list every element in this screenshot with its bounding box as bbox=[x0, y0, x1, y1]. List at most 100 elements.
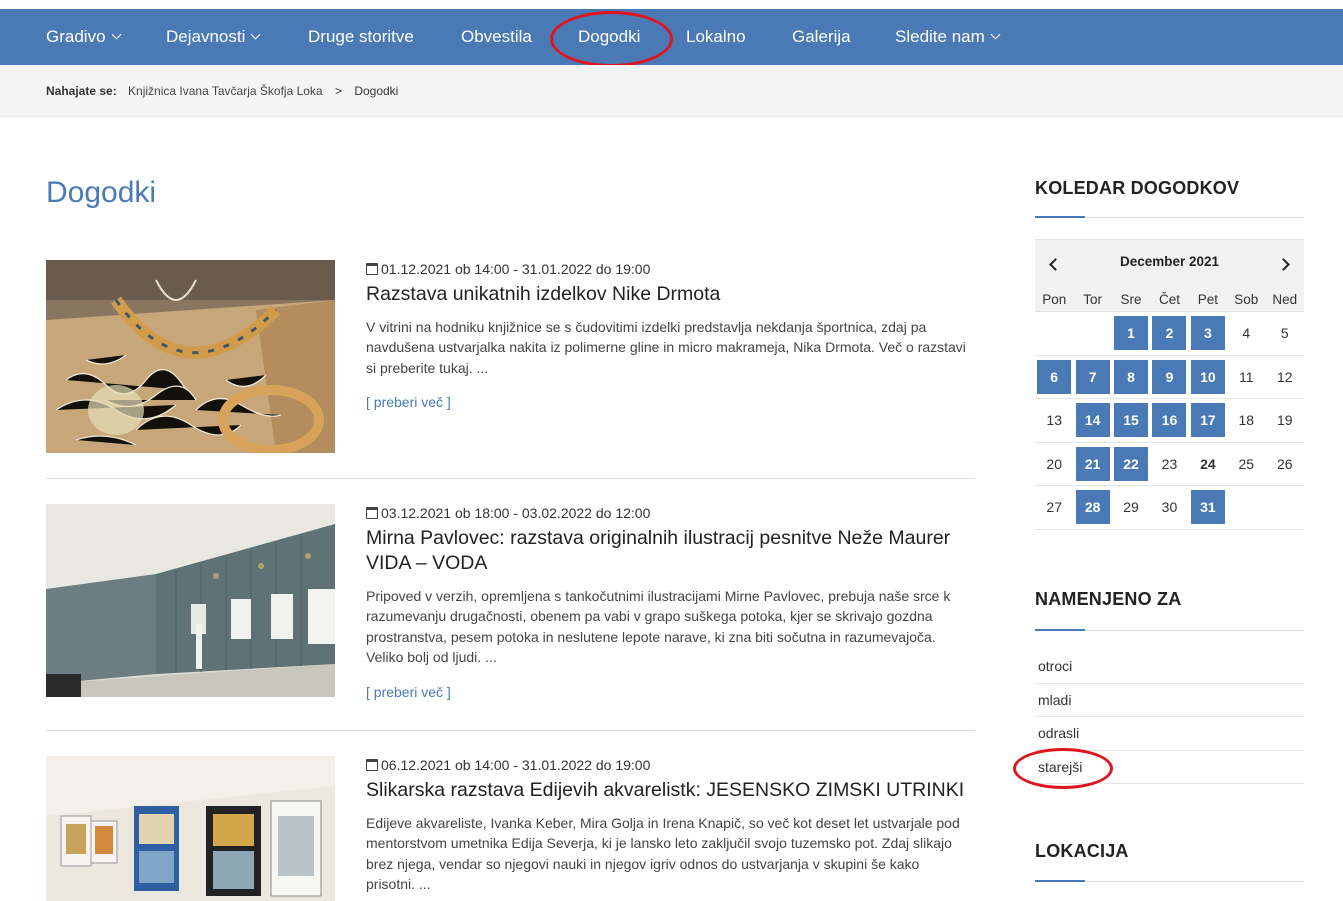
breadcrumb-prefix: Nahajate se: bbox=[46, 84, 117, 98]
calendar-cell: 18 bbox=[1227, 399, 1265, 442]
event-title[interactable]: Mirna Pavlovec: razstava originalnih ilu… bbox=[366, 526, 971, 576]
nav-label: Dogodki bbox=[578, 27, 641, 46]
calendar-week: 27 28 29 30 31 bbox=[1035, 486, 1304, 530]
audience-item-starejsi[interactable]: starejši bbox=[1035, 751, 1304, 784]
weekday-label: Sob bbox=[1234, 292, 1259, 307]
calendar-cell: 3 bbox=[1189, 312, 1227, 355]
calendar-day: 24 bbox=[1200, 455, 1216, 472]
calendar-cell: 24 bbox=[1189, 443, 1227, 486]
event-body: 06.12.2021 ob 14:00 - 31.01.2022 do 19:0… bbox=[366, 756, 971, 895]
calendar-day-with-event[interactable]: 17 bbox=[1190, 403, 1225, 438]
calendar-day: 23 bbox=[1161, 455, 1178, 472]
calendar-cell: 9 bbox=[1150, 356, 1188, 399]
event-excerpt: Pripoved v verzih, opremljena s tankočut… bbox=[366, 588, 951, 666]
calendar-day: 19 bbox=[1276, 412, 1293, 429]
calendar-cell: 28 bbox=[1073, 486, 1111, 529]
nav-label: Obvestila bbox=[461, 27, 532, 46]
audience-item-mladi[interactable]: mladi bbox=[1035, 684, 1304, 717]
calendar-day-with-event[interactable]: 6 bbox=[1037, 359, 1072, 394]
event-date: 01.12.2021 ob 14:00 - 31.01.2022 do 19:0… bbox=[366, 260, 971, 278]
read-more-link[interactable]: [ preberi več ] bbox=[366, 394, 451, 410]
calendar-day-with-event[interactable]: 21 bbox=[1075, 446, 1110, 481]
nav-item-obvestila[interactable]: Obvestila bbox=[461, 9, 532, 65]
calendar-cell: 11 bbox=[1227, 356, 1265, 399]
event-image-jewelry[interactable] bbox=[46, 260, 335, 453]
calendar-day-with-event[interactable]: 31 bbox=[1190, 490, 1225, 525]
nav-label: Gradivo bbox=[46, 27, 106, 46]
calendar-day-with-event[interactable]: 10 bbox=[1190, 359, 1225, 394]
calendar-day: 12 bbox=[1276, 368, 1293, 385]
main-navigation: Gradivo Dejavnosti Druge storitve Obvest… bbox=[0, 9, 1343, 65]
nav-label: Galerija bbox=[792, 27, 851, 46]
calendar-cell: 25 bbox=[1227, 443, 1265, 486]
calendar-day-with-event[interactable]: 14 bbox=[1075, 403, 1110, 438]
calendar-day-with-event[interactable]: 16 bbox=[1152, 403, 1187, 438]
heading-accent bbox=[1035, 216, 1085, 218]
weekday-label: Tor bbox=[1083, 292, 1103, 307]
calendar-cell: 19 bbox=[1266, 399, 1304, 442]
nav-item-sledite-nam[interactable]: Sledite nam bbox=[895, 9, 1001, 65]
calendar-day-with-event[interactable]: 3 bbox=[1190, 316, 1225, 351]
heading-accent bbox=[1035, 880, 1085, 882]
weekday-label: Sre bbox=[1120, 292, 1142, 307]
calendar-day-with-event[interactable]: 8 bbox=[1114, 359, 1149, 394]
nav-item-dogodki[interactable]: Dogodki bbox=[578, 9, 640, 65]
breadcrumb-home-link[interactable]: Knjižnica Ivana Tavčarja Škofja Loka bbox=[128, 84, 323, 98]
event-title[interactable]: Razstava unikatnih izdelkov Nike Drmota bbox=[366, 282, 971, 307]
event-date-text: 06.12.2021 ob 14:00 - 31.01.2022 do 19:0… bbox=[381, 757, 651, 773]
nav-item-dejavnosti[interactable]: Dejavnosti bbox=[166, 9, 261, 65]
calendar-day: 5 bbox=[1280, 325, 1289, 342]
event-body: 01.12.2021 ob 14:00 - 31.01.2022 do 19:0… bbox=[366, 260, 971, 412]
calendar-day-with-event[interactable]: 1 bbox=[1114, 316, 1149, 351]
calendar-day-with-event[interactable]: 15 bbox=[1114, 403, 1149, 438]
event-date: 03.12.2021 ob 18:00 - 03.02.2022 do 12:0… bbox=[366, 504, 971, 522]
nav-item-lokalno[interactable]: Lokalno bbox=[686, 9, 746, 65]
calendar-day-with-event[interactable]: 28 bbox=[1075, 490, 1110, 525]
nav-label: Lokalno bbox=[686, 27, 746, 46]
nav-item-galerija[interactable]: Galerija bbox=[792, 9, 851, 65]
calendar-month: December 2021 bbox=[1119, 254, 1220, 269]
event-image-watercolors[interactable] bbox=[46, 756, 335, 901]
calendar-weekdays: Pon Tor Sre Čet Pet Sob Ned bbox=[1035, 287, 1304, 312]
weekday-label: Ned bbox=[1272, 292, 1298, 307]
divider bbox=[46, 478, 975, 479]
location-heading: LOKACIJA bbox=[1035, 841, 1129, 861]
calendar-cell: 26 bbox=[1266, 443, 1304, 486]
calendar-week: 13 14 15 16 17 18 19 bbox=[1035, 399, 1304, 443]
calendar-day-with-event[interactable]: 22 bbox=[1114, 446, 1149, 481]
calendar-day: 11 bbox=[1239, 368, 1254, 385]
event-image-illustrations[interactable] bbox=[46, 504, 335, 697]
nav-item-druge-storitve[interactable]: Druge storitve bbox=[308, 9, 414, 65]
calendar-day-with-event[interactable]: 7 bbox=[1075, 359, 1110, 394]
calendar-day: 25 bbox=[1238, 455, 1255, 472]
calendar-day: 27 bbox=[1046, 499, 1062, 516]
audience-item-odrasli[interactable]: odrasli bbox=[1035, 717, 1304, 751]
chevron-down-icon bbox=[111, 29, 121, 40]
event-excerpt: V vitrini na hodniku knjižnice se s čudo… bbox=[366, 319, 966, 376]
calendar-day: 29 bbox=[1123, 499, 1139, 516]
page-title: Dogodki bbox=[46, 176, 157, 209]
calendar-day: 30 bbox=[1161, 499, 1178, 516]
calendar-cell: 21 bbox=[1073, 443, 1111, 486]
audience-heading: NAMENJENO ZA bbox=[1035, 589, 1182, 609]
event-date-text: 03.12.2021 ob 18:00 - 03.02.2022 do 12:0… bbox=[381, 505, 651, 521]
calendar-header: December 2021 bbox=[1035, 239, 1304, 287]
calendar-cell: 29 bbox=[1112, 486, 1150, 529]
audience-list: otroci mladi odrasli starejši bbox=[1035, 650, 1304, 784]
calendar-day-with-event[interactable]: 2 bbox=[1152, 316, 1187, 351]
calendar-icon bbox=[366, 263, 378, 275]
read-more-link[interactable]: [ preberi več ] bbox=[366, 684, 451, 700]
event-item: 06.12.2021 ob 14:00 - 31.01.2022 do 19:0… bbox=[46, 756, 975, 901]
event-title[interactable]: Slikarska razstava Edijevih akvarelistk:… bbox=[366, 778, 971, 803]
audience-item-otroci[interactable]: otroci bbox=[1035, 650, 1304, 684]
nav-item-gradivo[interactable]: Gradivo bbox=[46, 9, 121, 65]
calendar-cell: 22 bbox=[1112, 443, 1150, 486]
calendar-day: 20 bbox=[1046, 455, 1062, 472]
calendar-cell: 16 bbox=[1150, 399, 1188, 442]
weekday-label: Pet bbox=[1197, 292, 1219, 307]
breadcrumb-bar: Nahajate se: Knjižnica Ivana Tavčarja Šk… bbox=[0, 65, 1343, 117]
nav-label: Druge storitve bbox=[308, 27, 414, 46]
calendar-cell: 5 bbox=[1266, 312, 1304, 355]
calendar-day-with-event[interactable]: 9 bbox=[1152, 359, 1187, 394]
calendar-cell bbox=[1266, 486, 1304, 529]
